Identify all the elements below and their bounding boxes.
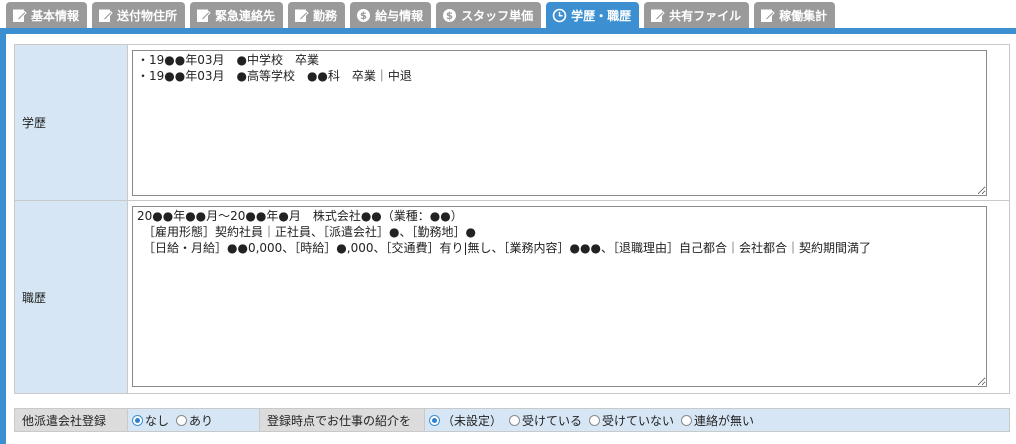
radio-label: なし xyxy=(145,413,170,428)
tab-label: 基本情報 xyxy=(31,8,80,23)
job-intro-radio-unset[interactable]: （未設定） xyxy=(429,412,502,429)
svg-text:$: $ xyxy=(446,11,453,22)
radio-label: あり xyxy=(189,413,214,428)
education-textarea[interactable]: ・19●●年03月 ●中学校 卒業 ・19●●年03月 ●高等学校 ●●科 卒業… xyxy=(132,50,987,196)
career-label: 職歴 xyxy=(15,201,128,393)
job-intro-radio-receiving[interactable]: 受けている xyxy=(509,412,582,429)
edit-icon xyxy=(650,8,665,23)
other-agency-radio-yes[interactable]: あり xyxy=(176,412,213,429)
tab-shipping-address[interactable]: 送付物住所 xyxy=(92,2,186,28)
dollar-icon: $ xyxy=(442,8,457,23)
svg-text:$: $ xyxy=(360,11,367,22)
tab-label: 稼働集計 xyxy=(779,8,828,23)
tab-label: 送付物住所 xyxy=(117,8,178,23)
job-intro-options: （未設定） 受けている 受けていない 連絡が無い xyxy=(425,409,1009,431)
clock-icon xyxy=(552,8,567,23)
edit-icon xyxy=(98,8,113,23)
other-agency-radio-none[interactable]: なし xyxy=(132,412,169,429)
radio-unselected-icon xyxy=(176,414,188,426)
radio-selected-icon xyxy=(429,414,440,426)
edit-icon xyxy=(12,8,27,23)
tab-basic-info[interactable]: 基本情報 xyxy=(6,2,88,28)
tab-staff-rate[interactable]: $ スタッフ単価 xyxy=(436,2,542,28)
other-agency-options: なし あり xyxy=(128,409,260,431)
edit-icon xyxy=(294,8,309,23)
career-row: 職歴 20●●年●●月～20●●年●月 株式会社●●（業種：●●） ［雇用形態］… xyxy=(15,201,1009,393)
education-cell: ・19●●年03月 ●中学校 卒業 ・19●●年03月 ●高等学校 ●●科 卒業… xyxy=(128,45,1009,200)
job-intro-radio-no-contact[interactable]: 連絡が無い xyxy=(681,412,754,429)
tab-education-career[interactable]: 学歴・職歴 xyxy=(546,2,640,28)
tab-shared-files[interactable]: 共有ファイル xyxy=(644,2,750,28)
radio-unselected-icon xyxy=(681,414,693,426)
edit-icon xyxy=(760,8,775,23)
radio-label: 受けている xyxy=(522,413,583,428)
education-label: 学歴 xyxy=(15,45,128,200)
radio-selected-icon xyxy=(132,414,143,426)
tab-salary-info[interactable]: $ 給与情報 xyxy=(350,2,432,28)
education-row: 学歴 ・19●●年03月 ●中学校 卒業 ・19●●年03月 ●高等学校 ●●科… xyxy=(15,45,1009,201)
tab-label: 緊急連絡先 xyxy=(215,8,276,23)
education-career-panel: 学歴 ・19●●年03月 ●中学校 卒業 ・19●●年03月 ●高等学校 ●●科… xyxy=(0,28,1016,444)
tab-label: 勤務 xyxy=(313,8,338,23)
edit-icon xyxy=(196,8,211,23)
form-table: 学歴 ・19●●年03月 ●中学校 卒業 ・19●●年03月 ●高等学校 ●●科… xyxy=(14,44,1010,394)
tab-work[interactable]: 勤務 xyxy=(288,2,346,28)
radio-label: 受けていない xyxy=(602,413,675,428)
tab-operation-summary[interactable]: 稼働集計 xyxy=(754,2,836,28)
tab-emergency-contact[interactable]: 緊急連絡先 xyxy=(190,2,284,28)
tab-label: スタッフ単価 xyxy=(461,8,534,23)
tab-label: 給与情報 xyxy=(375,8,424,23)
radio-label: 連絡が無い xyxy=(694,413,755,428)
tab-label: 共有ファイル xyxy=(669,8,742,23)
other-agency-label: 他派遣会社登録 xyxy=(15,409,128,431)
job-intro-radio-not-receiving[interactable]: 受けていない xyxy=(589,412,674,429)
tab-label: 学歴・職歴 xyxy=(571,8,632,23)
radio-unselected-icon xyxy=(589,414,601,426)
career-cell: 20●●年●●月～20●●年●月 株式会社●●（業種：●●） ［雇用形態］契約社… xyxy=(128,201,1009,393)
registration-row: 他派遣会社登録 なし あり 登録時点でお仕事の紹介を （未設定） 受けている 受… xyxy=(14,408,1010,432)
tab-bar: 基本情報 送付物住所 緊急連絡先 勤務 $ 給与情報 $ スタッフ単価 学歴・職… xyxy=(0,0,1016,28)
radio-unselected-icon xyxy=(509,414,521,426)
career-textarea[interactable]: 20●●年●●月～20●●年●月 株式会社●●（業種：●●） ［雇用形態］契約社… xyxy=(132,206,987,387)
job-intro-label: 登録時点でお仕事の紹介を xyxy=(260,409,425,431)
dollar-icon: $ xyxy=(356,8,371,23)
radio-label: （未設定） xyxy=(442,413,503,428)
